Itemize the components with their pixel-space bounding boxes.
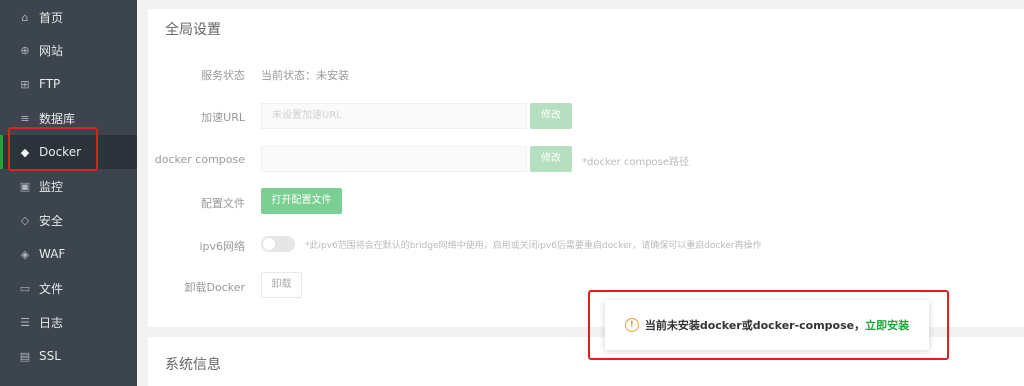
sidebar-item-label: 数据库 [39, 111, 76, 126]
config-file-label: 配置文件 [201, 197, 245, 210]
sidebar-item-website[interactable]: ⊕ 网站 [0, 33, 137, 67]
service-status-label: 服务状态 [201, 69, 245, 82]
monitor-icon: ▣ [19, 179, 31, 193]
compose-hint: *docker compose路径 [582, 157, 690, 168]
accel-url-modify-button[interactable]: 修改 [530, 103, 572, 129]
compose-path-input[interactable] [261, 146, 527, 172]
sidebar: ⌂ 首页 ⊕ 网站 ⊞ FTP ≡ 数据库 ◆ Docker ▣ 监控 ◇ 安全… [0, 0, 137, 386]
sidebar-item-monitor[interactable]: ▣ 监控 [0, 169, 137, 203]
sidebar-item-security[interactable]: ◇ 安全 [0, 203, 137, 237]
service-status-value: 当前状态：未安装 [261, 69, 349, 82]
accel-url-input[interactable]: 未设置加速URL [261, 103, 527, 129]
sidebar-item-label: FTP [39, 77, 61, 91]
compose-modify-button[interactable]: 修改 [530, 146, 572, 172]
sidebar-item-label: 日志 [39, 315, 64, 330]
open-config-button[interactable]: 打开配置文件 [261, 188, 342, 214]
compose-label: docker compose [154, 153, 245, 166]
folder-icon: ▭ [19, 281, 31, 295]
sidebar-item-home[interactable]: ⌂ 首页 [0, 0, 137, 34]
accel-url-label: 加速URL [201, 111, 245, 124]
global-settings-title: 全局设置 [165, 22, 221, 38]
shield-icon: ◇ [20, 213, 30, 227]
home-icon: ⌂ [21, 10, 29, 24]
sidebar-item-label: SSL [39, 349, 61, 363]
ipv6-label: ipv6网络 [199, 240, 245, 253]
sidebar-item-ftp[interactable]: ⊞ FTP [0, 67, 137, 101]
sidebar-item-label: 网站 [39, 43, 64, 58]
waf-icon: ◈ [20, 247, 30, 261]
uninstall-label: 卸载Docker [184, 281, 245, 294]
sidebar-item-label: 文件 [39, 281, 64, 296]
annotation-highlight-toast [588, 290, 949, 360]
sidebar-item-label: WAF [39, 247, 66, 261]
log-icon: ☰ [20, 315, 30, 329]
sidebar-item-logs[interactable]: ☰ 日志 [0, 305, 137, 339]
annotation-highlight-docker [8, 127, 98, 171]
uninstall-button[interactable]: 卸载 [261, 272, 302, 298]
sidebar-item-ssl[interactable]: ▤ SSL [0, 339, 137, 373]
sidebar-item-label: 监控 [39, 179, 64, 194]
ipv6-hint: *此ipv6范围将会在默认的bridge网络中使用，启用或关闭ipv6后需要重启… [305, 241, 762, 251]
sidebar-item-label: 安全 [39, 213, 64, 228]
ssl-icon: ▤ [19, 349, 31, 363]
database-icon: ≡ [20, 111, 30, 125]
sidebar-item-label: 首页 [39, 10, 64, 25]
ftp-icon: ⊞ [20, 77, 30, 91]
ipv6-toggle[interactable] [261, 236, 295, 252]
globe-icon: ⊕ [20, 43, 30, 57]
sidebar-item-waf[interactable]: ◈ WAF [0, 237, 137, 271]
sidebar-item-files[interactable]: ▭ 文件 [0, 271, 137, 305]
system-info-title: 系统信息 [165, 357, 221, 373]
